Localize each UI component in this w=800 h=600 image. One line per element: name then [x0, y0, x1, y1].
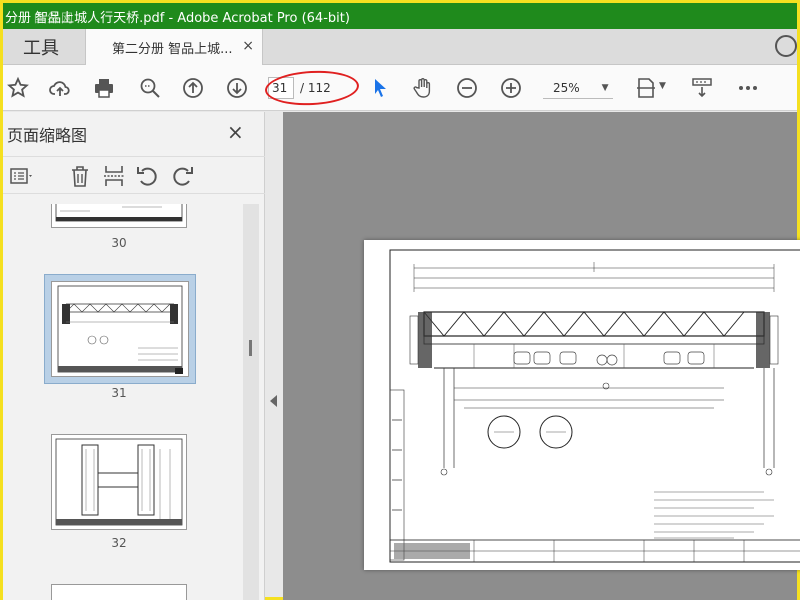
hand-icon[interactable]	[410, 75, 436, 101]
thumbnail-scrollbar[interactable]	[243, 204, 259, 600]
rotate-counterclockwise-icon[interactable]	[135, 163, 161, 189]
cloud-upload-icon[interactable]	[47, 75, 73, 101]
panel-close-icon[interactable]: ×	[227, 120, 244, 144]
more-icon[interactable]	[735, 75, 761, 101]
tab-tools[interactable]: 工具	[3, 29, 79, 65]
thumbnail-label-32: 32	[111, 536, 127, 550]
tab-document[interactable]: 第二分册 智品上城... ×	[85, 29, 263, 66]
chevron-down-icon: ▼	[601, 82, 609, 93]
collapse-panel-icon[interactable]	[270, 395, 277, 407]
thumbnail-page-32[interactable]	[51, 434, 187, 530]
thumbnail-label-30: 30	[111, 236, 127, 250]
main-toolbar: / 112 25% ▼ ▼	[3, 65, 797, 111]
thumbnail-page-33[interactable]	[51, 584, 187, 600]
panel-toolbar	[3, 156, 265, 194]
star-icon[interactable]	[5, 75, 31, 101]
tab-document-label: 第二分册 智品上城...	[112, 42, 233, 57]
panel-title: 页面缩略图	[7, 126, 88, 145]
thumbnail-page-30[interactable]	[51, 204, 187, 228]
thumbnail-list: 30 31 32	[3, 204, 259, 600]
tab-close-icon[interactable]: ×	[242, 38, 254, 54]
zoom-search-icon[interactable]	[137, 75, 163, 101]
thumbnail-label-31: 31	[111, 386, 127, 400]
engineering-drawing	[389, 249, 800, 563]
page-down-icon[interactable]	[224, 75, 250, 101]
panel-resize-handle[interactable]	[249, 340, 252, 356]
thumbnail-options-icon[interactable]	[9, 163, 35, 189]
thumbnail-page-31[interactable]	[51, 281, 189, 377]
page-up-icon[interactable]	[180, 75, 206, 101]
window-title-bar: 分册 智品上城人行天桥.pdf - Adobe Acrobat Pro (64-…	[3, 3, 797, 29]
zoom-out-icon[interactable]	[454, 75, 480, 101]
zoom-in-icon[interactable]	[498, 75, 524, 101]
scroll-mode-icon[interactable]	[689, 75, 715, 101]
zoom-select[interactable]: 25% ▼	[543, 77, 613, 99]
print-icon[interactable]	[91, 75, 117, 101]
rotate-clockwise-icon[interactable]	[169, 163, 195, 189]
watermark-text: 自然网	[33, 11, 76, 25]
page-fit-chevron-icon[interactable]: ▼	[659, 81, 666, 91]
document-viewer[interactable]	[283, 112, 800, 600]
page-fit-icon[interactable]	[633, 75, 659, 101]
tab-tools-label: 工具	[23, 38, 59, 59]
zoom-value: 25%	[553, 80, 580, 95]
thumbnail-panel: 页面缩略图 × 30 31 32	[3, 112, 265, 600]
tab-row: 工具 第二分册 智品上城... ×	[3, 29, 797, 66]
extract-page-icon[interactable]	[101, 163, 127, 189]
select-arrow-icon[interactable]	[367, 75, 393, 101]
delete-page-icon[interactable]	[67, 163, 93, 189]
pdf-page	[364, 240, 800, 570]
help-icon[interactable]	[775, 35, 797, 57]
